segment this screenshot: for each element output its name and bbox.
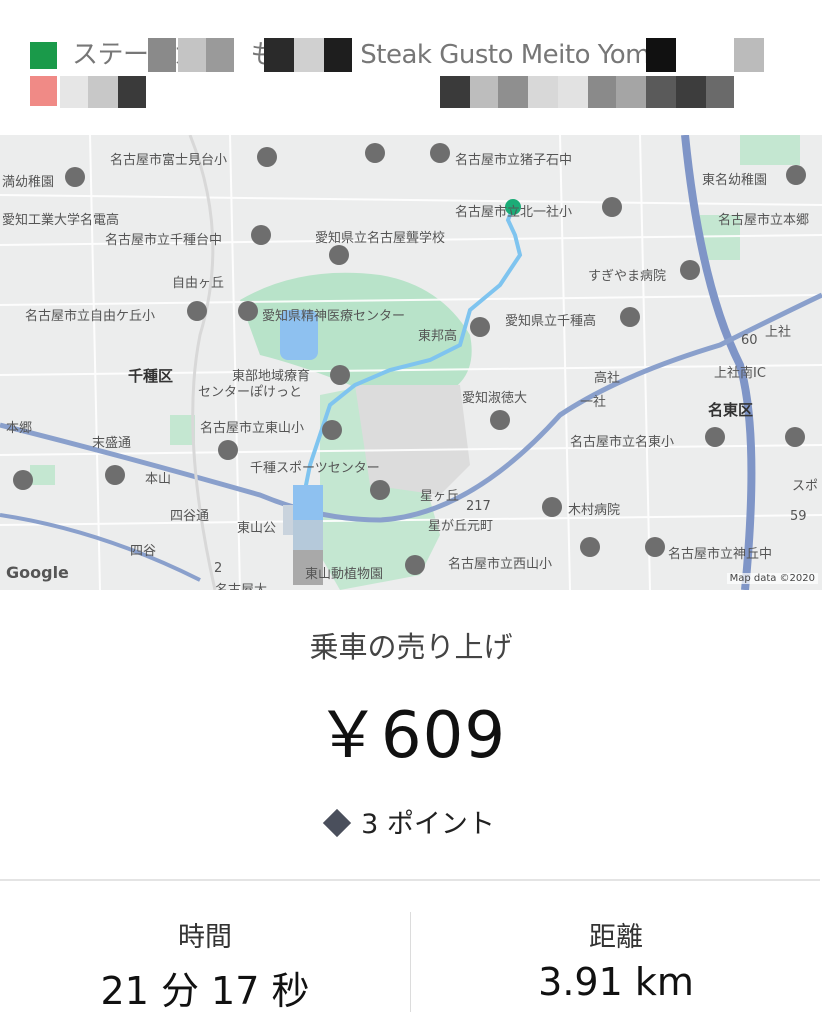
distance-stat: 距離 3.91 km: [411, 915, 821, 1004]
map-label: 名古屋市富士見台小: [110, 153, 228, 168]
map-label: 一社: [580, 395, 607, 410]
map-label: 東山動植物園: [305, 567, 384, 582]
map-label: 自由ヶ丘: [172, 276, 225, 291]
map-label: 上社南IC: [714, 366, 766, 381]
distance-value: 3.91 km: [538, 960, 694, 1004]
time-value: 21 分 17 秒: [100, 969, 310, 1013]
campus-area: [355, 385, 470, 495]
route-map[interactable]: 名古屋市富士見台小 名古屋市立猪子石中 満幼稚園 東名幼稚園 愛知工業大学名電高…: [0, 135, 822, 590]
map-label: 名東区: [708, 401, 754, 419]
map-label: 名古屋市立神丘中: [668, 547, 773, 562]
fare-amount: ￥609: [315, 699, 507, 773]
map-label: 名古屋市立東山小: [200, 421, 305, 436]
map-label: 愛知県立名古屋聾学校: [315, 231, 446, 246]
map-label: 名古屋市立北一社小: [455, 205, 573, 220]
map-label: 東邦高: [418, 329, 458, 344]
map-label: 千種スポーツセンター: [250, 461, 380, 476]
map-label: 愛知県精神医療センター: [262, 309, 406, 324]
map-label: 愛知県立千種高: [505, 314, 597, 329]
map-label: 名古屋市立名東小: [570, 435, 675, 450]
map-label: 217: [466, 499, 491, 514]
map-label: 高社: [594, 371, 621, 386]
map-label: すぎやま病院: [588, 269, 667, 284]
map-label: 本郷: [6, 421, 33, 436]
points-text: 3 ポイント: [361, 809, 495, 840]
trip-header: ステーキガス もぎ台店 Steak Gusto Meito Yom...: [0, 0, 822, 135]
time-label: 時間: [178, 922, 232, 953]
map-label: 満幼稚園: [2, 175, 55, 190]
map-label: 四谷: [130, 544, 157, 559]
map-label: スポ: [792, 479, 819, 494]
map-label: 2: [214, 561, 223, 576]
map-label: 木村病院: [568, 503, 621, 518]
time-stat: 時間 21 分 17 秒: [0, 915, 410, 1015]
map-attribution: Map data ©2020: [726, 573, 818, 584]
map-label: 名古屋市立猪子石中: [455, 153, 573, 168]
map-canvas: [0, 135, 822, 590]
map-label: 上社: [765, 325, 792, 340]
map-label: 60: [741, 333, 758, 348]
map-label: 名古屋市立本郷: [718, 213, 810, 228]
map-label: 愛知淑徳大: [462, 391, 528, 406]
redaction-mosaic: [0, 0, 822, 135]
distance-label: 距離: [589, 922, 643, 953]
map-label: 星ヶ丘: [420, 489, 460, 504]
map-label: 東名幼稚園: [702, 173, 768, 188]
map-label: 名古屋市立西山小: [448, 557, 553, 572]
map-label: 星が丘元町: [428, 519, 494, 534]
points-row: 3 ポイント: [0, 802, 822, 841]
map-label: 名古屋市立千種台中: [105, 233, 223, 248]
map-label: 千種区: [128, 367, 174, 385]
map-label: 四谷通: [170, 509, 210, 524]
map-label: 本山: [145, 472, 172, 487]
map-label: 末盛通: [92, 436, 132, 451]
map-label: 東山公: [237, 521, 277, 536]
map-label: センターぽけっと: [198, 385, 303, 400]
map-label: 愛知工業大学名電高: [2, 213, 120, 228]
diamond-icon: [322, 808, 352, 837]
map-label: 名古屋大: [215, 579, 267, 590]
fare-caption: 乗車の売り上げ: [309, 630, 513, 664]
map-label: 名古屋市立自由ケ丘小: [25, 309, 156, 324]
divider: [0, 879, 820, 881]
google-logo: Google: [6, 563, 69, 582]
map-label: 59: [790, 509, 807, 524]
